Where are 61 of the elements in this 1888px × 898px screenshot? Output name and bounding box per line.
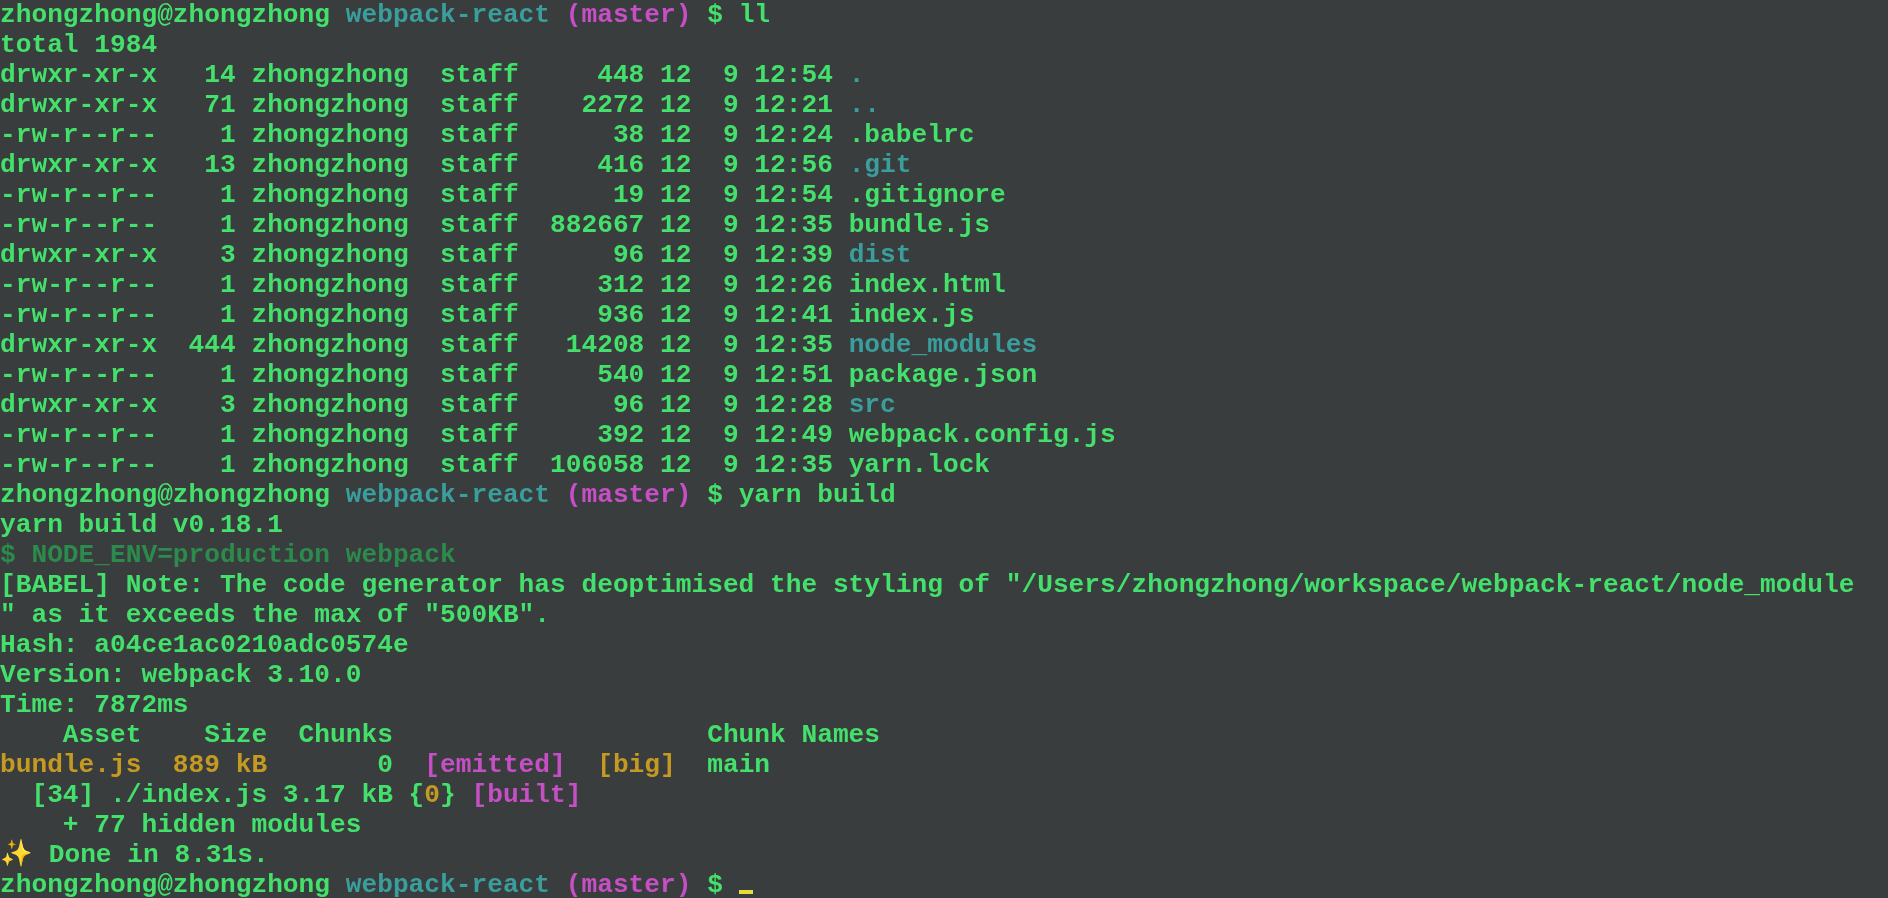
output-text: drwxr-xr-x 3 zhongzhong staff 96 12 9 12:39 — [0, 240, 834, 270]
output-text: drwxr-xr-x 71 zhongzhong staff 2272 12 9 12:21 — [0, 90, 834, 120]
output-text: -rw-r--r-- 1 zhongzhong staff 38 12 9 12:24 — [0, 120, 834, 150]
user-host: zhongzhong@zhongzhong — [0, 870, 332, 898]
output-text: [BABEL] Note: The code generator has deoptimised the styling of "/Users/zhongzhong/workspace/webpack-react/node_module — [0, 570, 1855, 600]
output-text: -rw-r--r-- 1 zhongzhong staff 312 12 9 12:26 — [0, 270, 834, 300]
output-text: bundle.js — [848, 210, 991, 240]
output-text: } — [440, 780, 457, 810]
directory-entry: node_modules — [848, 330, 1038, 360]
highlighted-text: (master) — [565, 480, 692, 510]
output-text: index.html — [848, 270, 1006, 300]
directory-entry: src — [848, 390, 896, 420]
highlighted-text: (master) — [565, 870, 692, 898]
output-text: [34] ./index.js 3.17 kB { — [30, 780, 425, 810]
directory-entry: dist — [848, 240, 912, 270]
output-text: $ — [706, 870, 724, 898]
output-text: drwxr-xr-x 14 zhongzhong staff 448 12 9 12:54 — [0, 60, 834, 90]
user-host: zhongzhong@zhongzhong — [0, 0, 332, 30]
sparkle-glyph: ✨ — [0, 840, 33, 870]
directory-entry: . — [848, 60, 865, 90]
output-text: -rw-r--r-- 1 zhongzhong staff 936 12 9 12:41 — [0, 300, 834, 330]
highlighted-text: [built] — [471, 780, 582, 810]
user-host: zhongzhong@zhongzhong — [0, 480, 332, 510]
output-text: package.json — [848, 360, 1038, 390]
directory-entry: .git — [848, 150, 912, 180]
output-text: yarn build v0.18.1 — [0, 510, 283, 540]
directory-name: webpack-react — [345, 480, 552, 510]
command-echo: $ NODE_ENV=production webpack — [0, 540, 456, 570]
output-text: Asset Size Chunks Chunk Names — [61, 720, 881, 750]
output-text: + 77 hidden modules — [61, 810, 362, 840]
output-text: -rw-r--r-- 1 zhongzhong staff 392 12 9 12:49 — [0, 420, 834, 450]
output-text: main — [706, 750, 771, 780]
warning-text: 0 — [424, 780, 441, 810]
output-text: " as it exceeds the max of "500KB". — [0, 600, 551, 630]
output-text: Version: webpack 3.10.0 — [0, 660, 362, 690]
directory-name: webpack-react — [345, 0, 552, 30]
output-text: 0 — [376, 750, 394, 780]
output-text: drwxr-xr-x 13 zhongzhong staff 416 12 9 12:56 — [0, 150, 834, 180]
output-text: -rw-r--r-- 1 zhongzhong staff 882667 12 9 12:35 — [0, 210, 834, 240]
highlighted-text: [emitted] — [424, 750, 567, 780]
output-text: drwxr-xr-x 444 zhongzhong staff 14208 12 9 12:35 — [0, 330, 834, 360]
output-text: drwxr-xr-x 3 zhongzhong staff 96 12 9 12:28 — [0, 390, 834, 420]
highlighted-text: (master) — [565, 0, 692, 30]
output-text: $ yarn build — [706, 480, 896, 510]
output-text: Time: 7872ms — [0, 690, 189, 720]
output-text: -rw-r--r-- 1 zhongzhong staff 540 12 9 12:51 — [0, 360, 834, 390]
output-text: .gitignore — [848, 180, 1006, 210]
warning-text: [big] — [597, 750, 676, 780]
output-text: .babelrc — [848, 120, 975, 150]
output-text: $ ll — [706, 0, 771, 30]
output-text: Done in 8.31s. — [47, 840, 269, 870]
output-text: total 1984 — [0, 30, 158, 60]
output-text: -rw-r--r-- 1 zhongzhong staff 19 12 9 12:54 — [0, 180, 834, 210]
directory-name: webpack-react — [345, 870, 552, 898]
output-text: -rw-r--r-- 1 zhongzhong staff 106058 12 9 12:35 — [0, 450, 834, 480]
output-text: Hash: a04ce1ac0210adc0574e — [0, 630, 409, 660]
output-text: yarn.lock — [848, 450, 991, 480]
warning-text: bundle.js 889 kB — [0, 750, 268, 780]
output-text: index.js — [848, 300, 975, 330]
directory-entry: .. — [848, 90, 881, 120]
output-text: webpack.config.js — [848, 420, 1116, 450]
